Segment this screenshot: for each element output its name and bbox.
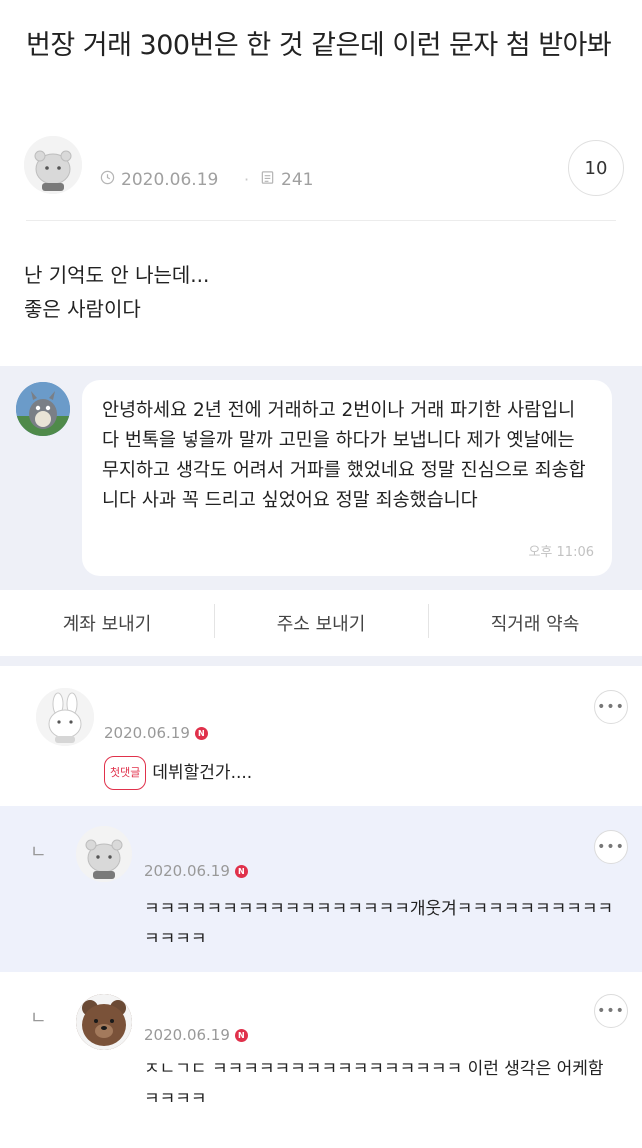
commenter-avatar[interactable] (76, 826, 132, 882)
post-body-line: 난 기억도 안 나는데... (24, 263, 210, 287)
post-date-text: 2020.06.19 (121, 170, 219, 190)
reply-comment: ㄴ 2020.06.19 N ㅈㄴㄱㄷ ㅋㅋㅋㅋㅋㅋㅋㅋㅋㅋㅋㅋㅋㅋㅋㅋ 이런 … (0, 978, 642, 1148)
commenter-avatar[interactable] (76, 994, 132, 1050)
send-address-button[interactable]: 주소 보내기 (214, 604, 428, 638)
reply-marker: ㄴ (30, 1008, 47, 1029)
chat-message: 안녕하세요 2년 전에 거래하고 2번이나 거래 파기한 사람입니다 번톡을 넣… (102, 400, 586, 511)
post-body: 난 기억도 안 나는데... 좋은 사람이다 (24, 258, 614, 326)
comment-date-text: 2020.06.19 (104, 724, 190, 742)
chat-action-bar: 계좌 보내기 주소 보내기 직거래 약속 (0, 590, 642, 656)
send-account-button[interactable]: 계좌 보내기 (0, 610, 214, 636)
post-title: 번장 거래 300번은 한 것 같은데 이런 문자 첨 받아봐 (26, 30, 612, 61)
chat-screenshot: 안녕하세요 2년 전에 거래하고 2번이나 거래 파기한 사람입니다 번톡을 넣… (0, 366, 642, 666)
comment-body: ㅋㅋㅋㅋㅋㅋㅋㅋㅋㅋㅋㅋㅋㅋㅋㅋㅋ개웃겨ㅋㅋㅋㅋㅋㅋㅋㅋㅋㅋㅋㅋㅋㅋ (144, 899, 614, 949)
post-body-line: 좋은 사람이다 (24, 297, 141, 321)
reply-comment: ㄴ 2020.06.19 N ㅋㅋㅋㅋㅋㅋㅋㅋㅋㅋㅋㅋㅋㅋㅋㅋㅋ개웃겨ㅋㅋㅋㅋㅋ… (0, 806, 642, 972)
new-badge: N (194, 726, 208, 740)
reply-marker: ㄴ (30, 842, 47, 863)
comment-text: 첫댓글 데뷔할건가.... (104, 756, 252, 790)
post-views-text: 241 (281, 170, 314, 190)
post-views: 241 (260, 170, 313, 190)
document-icon (260, 170, 275, 190)
commenter-avatar[interactable] (36, 688, 94, 746)
comment-body: 데뷔할건가.... (152, 763, 253, 783)
first-comment-tag: 첫댓글 (104, 756, 147, 790)
meta-separator: · (244, 170, 250, 189)
more-icon[interactable]: ••• (594, 690, 628, 724)
more-icon[interactable]: ••• (594, 830, 628, 864)
author-avatar[interactable] (24, 136, 82, 194)
comment-count-button[interactable]: 10 (568, 140, 624, 196)
comment-date-text: 2020.06.19 (144, 1026, 230, 1044)
new-badge: N (234, 864, 248, 878)
chat-time: 오후 11:06 (528, 545, 594, 560)
comment-date: 2020.06.19 N (104, 724, 208, 742)
direct-deal-button[interactable]: 직거래 약속 (428, 604, 642, 638)
clock-icon (100, 170, 115, 190)
comment-date: 2020.06.19 N (144, 862, 248, 880)
post-date: 2020.06.19 (100, 170, 218, 190)
comment: 2020.06.19 N 첫댓글 데뷔할건가.... ••• (0, 676, 642, 802)
post-meta: 2020.06.19 · 241 10 (24, 136, 624, 196)
divider (26, 220, 616, 221)
new-badge: N (234, 1028, 248, 1042)
chat-bubble: 안녕하세요 2년 전에 거래하고 2번이나 거래 파기한 사람입니다 번톡을 넣… (82, 380, 612, 576)
sender-avatar (16, 382, 70, 436)
comment-date: 2020.06.19 N (144, 1026, 248, 1044)
comment-body: ㅈㄴㄱㄷ ㅋㅋㅋㅋㅋㅋㅋㅋㅋㅋㅋㅋㅋㅋㅋㅋ 이런 생각은 어케함 ㅋㅋㅋㅋ (144, 1059, 604, 1109)
more-icon[interactable]: ••• (594, 994, 628, 1028)
comment-date-text: 2020.06.19 (144, 862, 230, 880)
